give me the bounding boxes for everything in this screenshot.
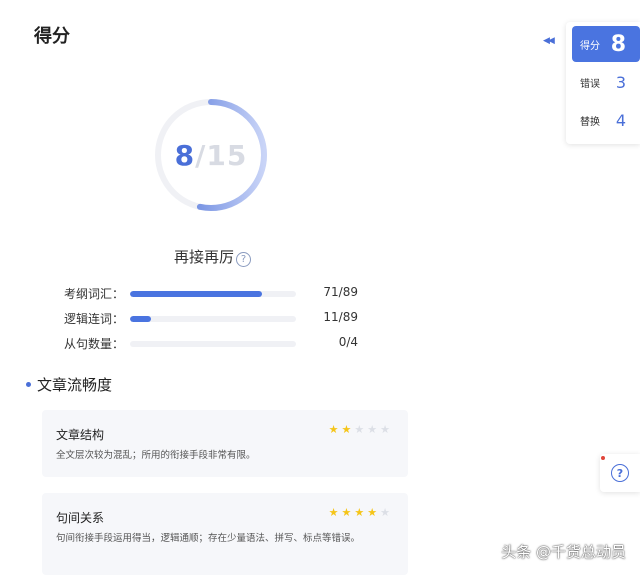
watermark: 头条 @千货总动员 (501, 543, 626, 561)
metric-vocabulary: 考纲词汇： 71/89 (64, 285, 364, 301)
star-icon: ★ (341, 506, 352, 519)
eval-title: 句间关系 (56, 511, 105, 525)
help-icon[interactable]: ? (236, 252, 252, 267)
bullet-dot-icon (26, 382, 31, 387)
metric-clauses: 从句数量： 0/4 (64, 335, 364, 351)
side-tab-label: 错误 (580, 78, 600, 90)
star-icon: ★ (341, 423, 352, 436)
metric-connectives: 逻辑连词： 11/89 (64, 310, 364, 326)
eval-description: 全文层次较为混乱；所用的衔接手段非常有限。 (56, 450, 256, 461)
metric-progress-fill (130, 316, 151, 322)
star-rating: ★ ★ ★ ★ ★ (329, 507, 390, 519)
eval-card-sentence-relation: 句间关系 ★ ★ ★ ★ ★ 句间衔接手段运用得当，逻辑通顺；存在少量语法、拼写… (42, 493, 408, 575)
side-tab-score[interactable]: 得分 8 (572, 26, 640, 62)
star-rating: ★ ★ ★ ★ ★ (329, 424, 390, 436)
side-tab-label: 替换 (580, 116, 600, 128)
collapse-icon[interactable]: ◀◀ (543, 36, 555, 46)
metric-progress-track (130, 341, 296, 347)
side-tab-label: 得分 (580, 40, 600, 52)
star-icon: ★ (354, 506, 365, 519)
metric-value: 0/4 (338, 335, 358, 349)
score-value: 8 (174, 138, 196, 172)
side-tab-value: 8 (610, 31, 626, 57)
side-tab-replace[interactable]: 替换 4 (572, 102, 640, 138)
metric-progress-track (130, 291, 296, 297)
side-panel: 得分 8 错误 3 替换 4 (566, 22, 640, 144)
metric-progress-fill (130, 291, 263, 297)
metric-label: 逻辑连词： (64, 312, 125, 326)
level-text: 再接再厉 (174, 248, 235, 266)
score-total: 15 (206, 138, 248, 172)
question-icon: ? (611, 464, 629, 482)
metric-label: 从句数量： (64, 337, 125, 351)
star-icon: ★ (328, 423, 339, 436)
eval-title: 文章结构 (56, 428, 105, 442)
score-ring: 8 / 15 (152, 96, 270, 214)
side-tab-value: 4 (615, 110, 626, 130)
eval-description: 句间衔接手段运用得当，逻辑通顺；存在少量语法、拼写、标点等错误。 (56, 533, 361, 544)
level-label: 再接再厉 ? (174, 246, 252, 267)
side-tab-value: 3 (615, 72, 626, 92)
page-title: 得分 (34, 26, 70, 47)
star-icon: ★ (367, 506, 378, 519)
star-icon: ★ (380, 506, 390, 519)
eval-card-structure: 文章结构 ★ ★ ★ ★ ★ 全文层次较为混乱；所用的衔接手段非常有限。 (42, 410, 408, 477)
side-tab-errors[interactable]: 错误 3 (572, 64, 640, 100)
score-separator: / (195, 138, 207, 172)
star-icon: ★ (328, 506, 339, 519)
notification-dot (601, 456, 605, 460)
metric-value: 11/89 (323, 310, 358, 324)
section-title: 文章流畅度 (26, 374, 112, 395)
star-icon: ★ (380, 423, 390, 436)
score-text: 8 / 15 (152, 96, 270, 214)
essay-score-page: 得分 8 / 15 再接再厉 ? 考纲词汇： 71/89 逻辑连词： 11/89… (0, 0, 640, 575)
star-icon: ★ (367, 423, 378, 436)
metric-value: 71/89 (323, 285, 358, 299)
floating-help-button[interactable]: ? (600, 454, 640, 492)
metric-progress-track (130, 316, 296, 322)
metric-label: 考纲词汇： (64, 287, 125, 301)
star-icon: ★ (354, 423, 365, 436)
section-title-text: 文章流畅度 (37, 376, 113, 394)
